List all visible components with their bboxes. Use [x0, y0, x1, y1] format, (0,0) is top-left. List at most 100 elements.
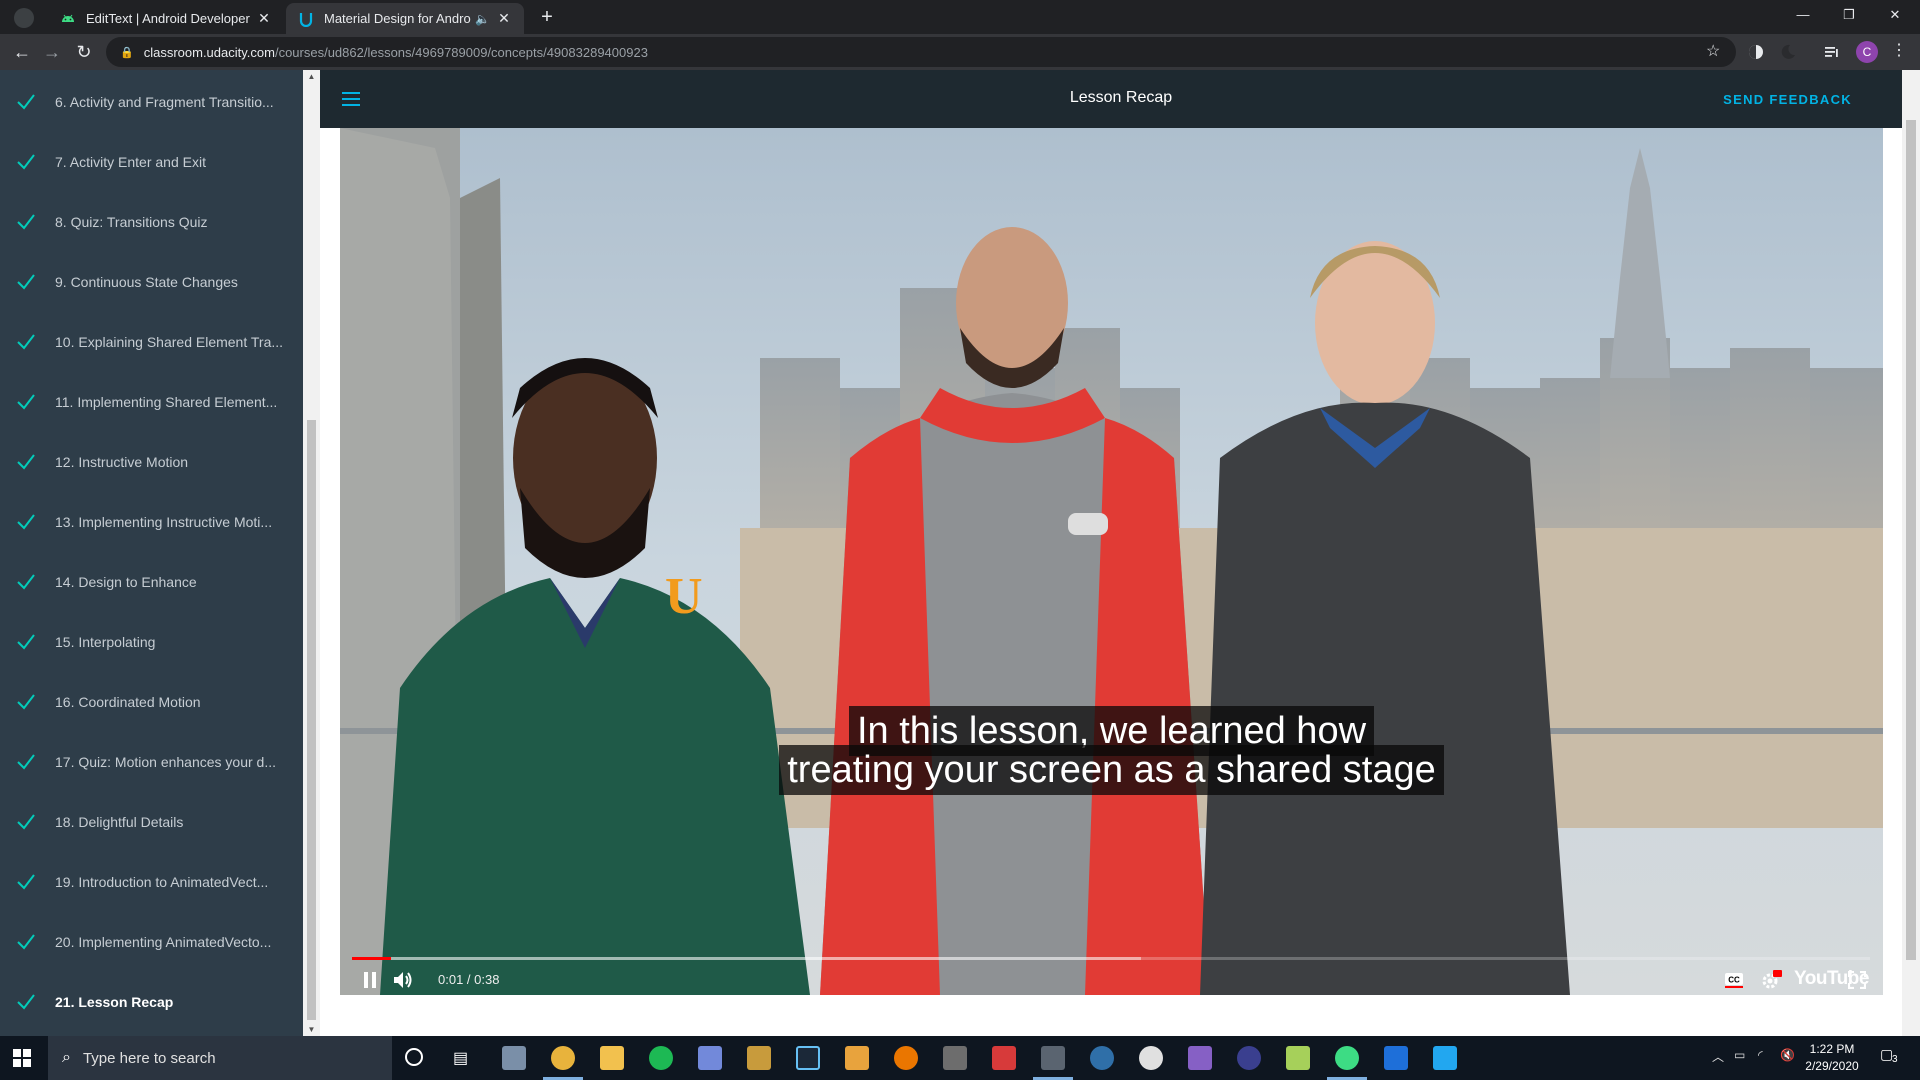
file-explorer-icon[interactable]: [600, 1046, 624, 1070]
sidebar-item-label: 18. Delightful Details: [55, 814, 184, 830]
vscode-icon[interactable]: [1433, 1046, 1457, 1070]
tab-title: EditText | Android Developers: [86, 11, 250, 26]
sidebar-item[interactable]: 19. Introduction to AnimatedVect...: [0, 852, 303, 912]
spotify-icon[interactable]: [649, 1046, 673, 1070]
cortana-icon[interactable]: [405, 1048, 423, 1066]
video-frame: U: [340, 128, 1883, 995]
sidebar-item[interactable]: 14. Design to Enhance: [0, 552, 303, 612]
dark-mode-extension-icon[interactable]: [1747, 43, 1765, 61]
sidebar-item[interactable]: 13. Implementing Instructive Moti...: [0, 492, 303, 552]
taskbar-search-box[interactable]: ⌕ Type here to search: [48, 1036, 392, 1080]
settings-gear-icon[interactable]: [1760, 970, 1782, 990]
browser-tab-material-design[interactable]: Material Design for Android 🔈 ✕: [286, 3, 524, 34]
task-view-icon[interactable]: ▤: [453, 1048, 468, 1068]
tab-close-icon[interactable]: ✕: [256, 10, 272, 27]
checkmark-icon: [17, 334, 35, 350]
app-icon-4[interactable]: [1041, 1046, 1065, 1070]
discord-icon[interactable]: [698, 1046, 722, 1070]
wifi-icon[interactable]: ◜: [1758, 1048, 1763, 1062]
page-scrollbar[interactable]: [1902, 70, 1920, 1036]
sidebar-item[interactable]: 21. Lesson Recap: [0, 972, 303, 1032]
sidebar-item-label: 19. Introduction to AnimatedVect...: [55, 874, 269, 890]
video-player[interactable]: U In this lesson, we learned how treatin…: [340, 128, 1883, 995]
back-arrow-icon[interactable]: ←: [10, 40, 34, 64]
bookmark-star-icon[interactable]: ☆: [1706, 41, 1720, 61]
profile-avatar[interactable]: C: [1856, 41, 1878, 63]
chrome-menu-icon[interactable]: ⋮: [1891, 40, 1907, 60]
app-icon-6[interactable]: [1384, 1046, 1408, 1070]
sidebar-item[interactable]: 8. Quiz: Transitions Quiz: [0, 192, 303, 252]
sidebar-item[interactable]: 17. Quiz: Motion enhances your d...: [0, 732, 303, 792]
unreal-icon[interactable]: [1139, 1046, 1163, 1070]
moon-extension-icon[interactable]: [1779, 43, 1797, 61]
steam-icon[interactable]: [796, 1046, 820, 1070]
fullscreen-icon[interactable]: [1848, 971, 1866, 989]
search-placeholder: Type here to search: [82, 1049, 216, 1067]
league-icon[interactable]: [747, 1046, 771, 1070]
android-studio-icon[interactable]: [1335, 1046, 1359, 1070]
new-tab-button[interactable]: +: [534, 4, 560, 30]
notifications-icon[interactable]: ▢ 3: [1880, 1046, 1902, 1068]
app-icon-5[interactable]: [1090, 1046, 1114, 1070]
tab-audio-icon[interactable]: 🔈: [475, 12, 490, 26]
minimize-icon[interactable]: —: [1780, 0, 1826, 30]
sidebar-item[interactable]: 20. Implementing AnimatedVecto...: [0, 912, 303, 972]
chrome-icon[interactable]: [551, 1046, 575, 1070]
windows-taskbar: ⌕ Type here to search ▤ ︿ ▭ ◜ 🔇 1:22 PM …: [0, 1036, 1920, 1080]
7zip-icon[interactable]: [992, 1046, 1016, 1070]
sidebar-item[interactable]: 11. Implementing Shared Element...: [0, 372, 303, 432]
sidebar-item[interactable]: 9. Continuous State Changes: [0, 252, 303, 312]
visual-studio-icon[interactable]: [1188, 1046, 1212, 1070]
window-close-icon[interactable]: ✕: [1872, 0, 1918, 30]
browser-tab-edittext[interactable]: EditText | Android Developers ✕: [48, 3, 284, 34]
forward-arrow-icon[interactable]: →: [40, 40, 64, 64]
scroll-down-icon[interactable]: ▼: [306, 1025, 317, 1034]
reload-icon[interactable]: ↻: [72, 40, 96, 64]
clock-date: 2/29/2020: [1805, 1059, 1859, 1073]
windows-start-icon[interactable]: [13, 1049, 31, 1067]
pause-icon[interactable]: [362, 971, 378, 989]
eclipse-icon[interactable]: [1237, 1046, 1261, 1070]
tab-close-icon[interactable]: ✕: [496, 10, 512, 27]
sidebar-item[interactable]: 6. Activity and Fragment Transitio...: [0, 72, 303, 132]
sidebar-item-label: 17. Quiz: Motion enhances your d...: [55, 754, 277, 770]
checkmark-icon: [17, 154, 35, 170]
browser-menu-icon[interactable]: [14, 8, 34, 28]
sidebar-item-label: 12. Instructive Motion: [55, 454, 189, 470]
notepad-icon[interactable]: [1286, 1046, 1310, 1070]
checkmark-icon: [17, 814, 35, 830]
sidebar-item[interactable]: 12. Instructive Motion: [0, 432, 303, 492]
taskbar-clock[interactable]: 1:22 PM 2/29/2020: [1797, 1041, 1867, 1075]
lesson-title: Lesson Recap: [1069, 89, 1173, 106]
scrollbar-thumb[interactable]: [1906, 120, 1916, 960]
checkmark-icon: [17, 994, 35, 1010]
sidebar-item[interactable]: 16. Coordinated Motion: [0, 672, 303, 732]
sidebar-item[interactable]: 15. Interpolating: [0, 612, 303, 672]
sidebar-item[interactable]: 10. Explaining Shared Element Tra...: [0, 312, 303, 372]
media-queue-icon[interactable]: [1823, 43, 1841, 61]
sidebar-item[interactable]: 7. Activity Enter and Exit: [0, 132, 303, 192]
scroll-up-icon[interactable]: ▲: [306, 72, 317, 81]
checkmark-icon: [17, 514, 35, 530]
app-icon-3[interactable]: [943, 1046, 967, 1070]
sidebar-item-label: 8. Quiz: Transitions Quiz: [55, 214, 208, 230]
volume-icon[interactable]: [392, 970, 414, 990]
lock-icon: 🔒: [120, 46, 134, 59]
captions-icon[interactable]: CC: [1724, 972, 1744, 988]
app-icon-1[interactable]: [502, 1046, 526, 1070]
scrollbar-thumb[interactable]: [307, 420, 316, 1020]
checkmark-icon: [17, 274, 35, 290]
battery-icon[interactable]: ▭: [1734, 1048, 1745, 1062]
restore-icon[interactable]: ❐: [1826, 0, 1872, 30]
send-feedback-button[interactable]: SEND FEEDBACK: [1723, 92, 1852, 107]
video-progress-bar[interactable]: [352, 957, 1870, 960]
tray-chevron-icon[interactable]: ︿: [1712, 1048, 1724, 1065]
sidebar-item[interactable]: 18. Delightful Details: [0, 792, 303, 852]
udacity-icon: [299, 12, 313, 27]
app-icon-2[interactable]: [845, 1046, 869, 1070]
android-icon: [62, 14, 74, 22]
blender-icon[interactable]: [894, 1046, 918, 1070]
volume-muted-icon[interactable]: 🔇: [1780, 1048, 1795, 1062]
sidebar-scrollbar[interactable]: ▲ ▼: [303, 70, 320, 1036]
address-bar[interactable]: 🔒 classroom.udacity.com/courses/ud862/le…: [106, 37, 1736, 67]
